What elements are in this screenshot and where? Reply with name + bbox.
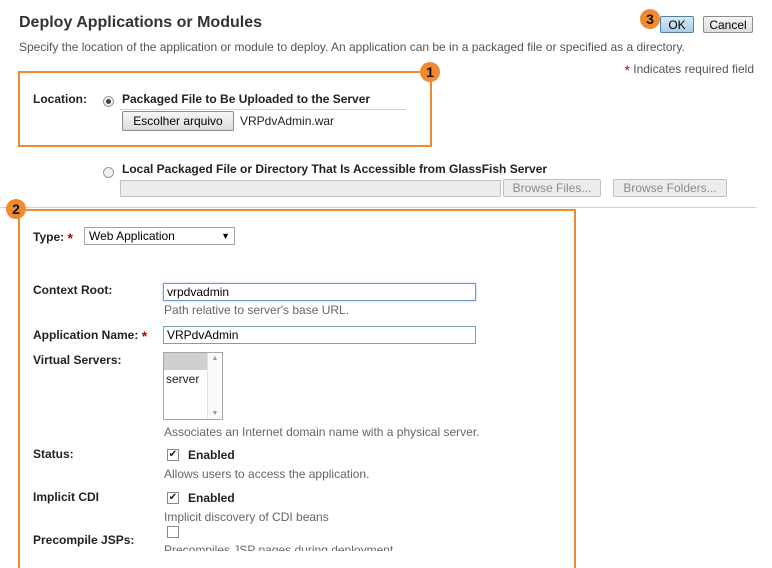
browse-folders-button[interactable]: Browse Folders... bbox=[613, 179, 727, 197]
application-name-input[interactable] bbox=[163, 326, 476, 344]
virtual-server-option-selected[interactable] bbox=[164, 353, 207, 370]
virtual-servers-help: Associates an Internet domain name with … bbox=[164, 425, 480, 439]
local-path-input[interactable] bbox=[120, 180, 501, 197]
required-field-note: * Indicates required field bbox=[624, 62, 754, 78]
callout-badge-1: 1 bbox=[420, 62, 440, 82]
status-enabled-checkbox[interactable]: ✔ bbox=[167, 449, 179, 461]
upload-radio[interactable] bbox=[103, 96, 114, 107]
precompile-jsps-checkbox[interactable] bbox=[167, 526, 179, 538]
context-root-label: Context Root: bbox=[33, 283, 113, 297]
implicit-cdi-enabled-label: Enabled bbox=[188, 491, 235, 505]
context-root-input[interactable] bbox=[163, 283, 476, 301]
dropdown-arrow-icon: ▼ bbox=[221, 231, 230, 241]
precompile-jsps-label: Precompile JSPs: bbox=[33, 533, 135, 547]
implicit-cdi-help: Implicit discovery of CDI beans bbox=[164, 510, 329, 524]
scroll-down-icon[interactable]: ▼ bbox=[208, 410, 222, 417]
status-help: Allows users to access the application. bbox=[164, 467, 370, 481]
callout-badge-2: 2 bbox=[6, 199, 26, 219]
selected-file-name: VRPdvAdmin.war bbox=[240, 114, 335, 128]
type-select-value: Web Application bbox=[89, 229, 175, 243]
type-required-mark: * bbox=[67, 230, 73, 246]
type-label: Type: * bbox=[33, 230, 73, 246]
status-label: Status: bbox=[33, 447, 74, 461]
callout-badge-3: 3 bbox=[640, 9, 660, 29]
ok-button[interactable]: OK bbox=[660, 16, 694, 33]
application-name-required-mark: * bbox=[141, 328, 148, 344]
type-select[interactable]: Web Application ▼ bbox=[84, 227, 235, 245]
checkmark-icon: ✔ bbox=[168, 449, 178, 460]
virtual-servers-scrollbar[interactable]: ▲ ▼ bbox=[207, 353, 222, 419]
location-label: Location: bbox=[33, 92, 87, 106]
implicit-cdi-checkbox[interactable]: ✔ bbox=[167, 492, 179, 504]
cancel-button[interactable]: Cancel bbox=[703, 16, 753, 33]
application-name-label-text: Application Name: bbox=[33, 328, 139, 342]
virtual-servers-listbox[interactable]: server ▲ ▼ bbox=[163, 352, 223, 420]
browse-files-button[interactable]: Browse Files... bbox=[503, 179, 601, 197]
status-enabled-label: Enabled bbox=[188, 448, 235, 462]
checkmark-icon: ✔ bbox=[168, 492, 178, 503]
scroll-up-icon[interactable]: ▲ bbox=[208, 355, 222, 362]
local-option-label: Local Packaged File or Directory That Is… bbox=[122, 162, 548, 176]
application-name-label: Application Name: * bbox=[33, 328, 147, 344]
choose-file-button[interactable]: Escolher arquivo bbox=[122, 111, 234, 131]
required-note-text: Indicates required field bbox=[633, 62, 754, 76]
page-description: Specify the location of the application … bbox=[19, 40, 685, 54]
form-bottom-mask bbox=[20, 551, 574, 568]
required-mark: * bbox=[624, 62, 630, 78]
section-divider bbox=[0, 207, 756, 208]
local-path-radio[interactable] bbox=[103, 167, 114, 178]
implicit-cdi-label: Implicit CDI bbox=[33, 490, 100, 504]
virtual-servers-label: Virtual Servers: bbox=[33, 353, 122, 367]
upload-divider bbox=[120, 109, 406, 110]
context-root-help: Path relative to server's base URL. bbox=[164, 303, 350, 317]
page-title: Deploy Applications or Modules bbox=[19, 14, 262, 31]
upload-option-label: Packaged File to Be Uploaded to the Serv… bbox=[122, 92, 371, 106]
type-label-text: Type: bbox=[33, 230, 65, 244]
